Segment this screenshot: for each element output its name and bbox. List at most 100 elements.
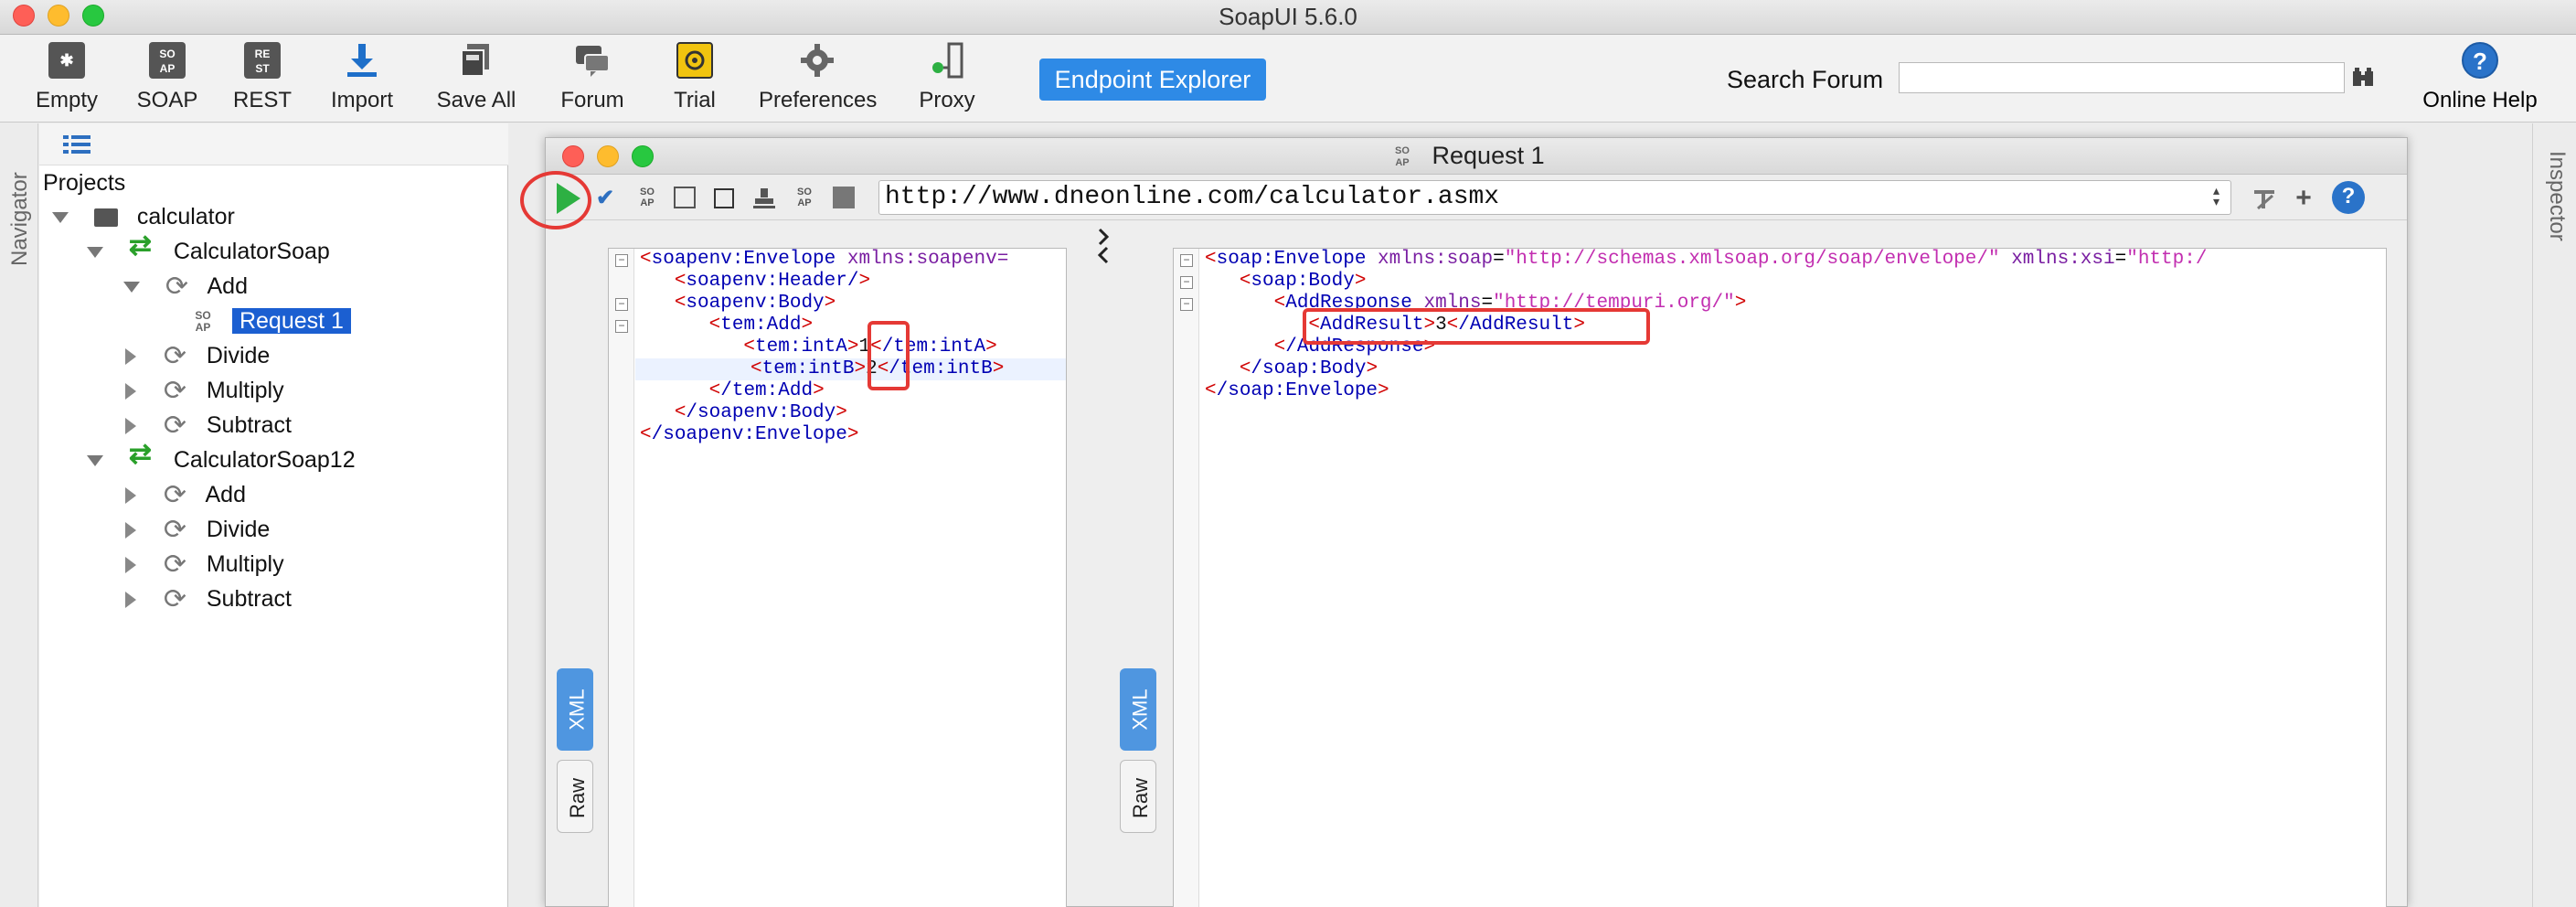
expand-arrow-icon[interactable] [87, 455, 103, 467]
forum-button[interactable]: Forum [559, 42, 625, 113]
tree-item-multiply-12[interactable]: ⟳ Multiply [125, 548, 284, 581]
tree-item-subtract-12[interactable]: ⟳ Subtract [125, 582, 292, 615]
tree-item-calculatorsoap[interactable]: CalculatorSoap [87, 229, 330, 268]
inspector-strip[interactable]: Inspector [2532, 123, 2576, 907]
expand-arrow-icon[interactable] [123, 282, 140, 293]
stop-icon[interactable] [833, 187, 855, 208]
minimize-request-button[interactable] [597, 145, 619, 167]
add-assertion-icon[interactable]: ✔ [593, 187, 617, 210]
soap-wsa-icon[interactable]: SO AP [635, 187, 659, 210]
project-label: calculator [136, 204, 235, 229]
soap-icon-bottom: AP [195, 321, 211, 335]
request-tab-raw[interactable]: Raw [557, 760, 593, 833]
search-go-icon[interactable] [2351, 66, 2375, 90]
request-help-icon[interactable]: ? [2332, 181, 2365, 214]
project-tree-panel: Projects calculator CalculatorSoap ⟳ Add… [39, 123, 508, 907]
expand-arrow-icon[interactable] [125, 487, 136, 505]
rest-project-button[interactable]: RE ST REST [230, 42, 294, 113]
operation-label: Subtract [206, 412, 292, 438]
soap-project-icon: SO AP [149, 42, 186, 79]
response-code-line: </soap:Body> [1239, 358, 1378, 379]
expand-arrow-icon[interactable] [125, 418, 136, 435]
save-all-icon [458, 42, 495, 79]
search-forum-input[interactable] [1899, 62, 2345, 93]
folder-icon [93, 208, 118, 228]
expand-arrow-icon[interactable] [87, 247, 103, 259]
request-xml-editor[interactable]: − − − <soapenv:Envelope xmlns:soapenv= <… [608, 248, 1067, 907]
tree-item-add-12[interactable]: ⟳ Add [125, 478, 246, 511]
tree-item-request-1[interactable]: SO AP Request 1 [189, 304, 351, 337]
close-request-button[interactable] [562, 145, 584, 167]
soap-request-icon: SO AP [1389, 145, 1416, 169]
zoom-request-button[interactable] [632, 145, 654, 167]
chevron-updown-icon[interactable]: ▴ ▾ [2211, 184, 2221, 211]
soap-icon-top: SO [1395, 144, 1410, 156]
soapui-app: SoapUI 5.6.0 ✱ Empty SO AP SOAP RE ST REST… [0, 0, 2576, 907]
request-window-titlebar: SO AP Request 1 [546, 138, 2407, 175]
import-label: Import [330, 88, 393, 112]
soap-label: SOAP [136, 88, 198, 112]
tree-item-subtract[interactable]: ⟳ Subtract [125, 409, 292, 442]
soap-project-button[interactable]: SO AP SOAP [135, 42, 199, 113]
save-all-button[interactable]: Save All [435, 42, 517, 113]
request-code-line: </tem:Add> [708, 380, 825, 401]
forum-label: Forum [560, 88, 624, 112]
fold-toggle-icon[interactable]: − [615, 254, 628, 267]
tree-item-divide-12[interactable]: ⟳ Divide [125, 513, 270, 546]
request-title: SO AP Request 1 [1389, 142, 1545, 170]
tree-view-icon[interactable] [63, 134, 90, 159]
soap-encoding-icon[interactable]: SO AP [793, 187, 816, 210]
empty-project-icon: ✱ [48, 42, 85, 79]
import-button[interactable]: Import [325, 42, 399, 113]
preferences-button[interactable]: Preferences [759, 42, 877, 113]
expand-arrow-icon[interactable] [125, 383, 136, 400]
response-xml-editor[interactable]: − − − <soap:Envelope xmlns:soap="http://… [1173, 248, 2387, 907]
soap-request-icon: SO AP [189, 310, 217, 334]
fold-toggle-icon[interactable]: − [615, 298, 628, 311]
request-code-line: </soapenv:Body> [674, 402, 847, 423]
add-icon[interactable]: + [2292, 185, 2315, 212]
tree-item-multiply[interactable]: ⟳ Multiply [125, 374, 284, 407]
fold-toggle-icon[interactable]: − [1180, 298, 1193, 311]
tree-item-divide[interactable]: ⟳ Divide [125, 339, 270, 372]
request-toolbar: ✔ SO AP SO AP http://www.dneonline.com/cal… [546, 175, 2407, 220]
request-code-line-current: <tem:intB>2</tem:intB> [635, 358, 1066, 380]
navigator-label: Navigator [7, 172, 32, 266]
create-mock-icon[interactable] [674, 187, 696, 208]
clone-request-icon[interactable] [714, 188, 734, 208]
response-tab-raw[interactable]: Raw [1120, 760, 1156, 833]
expand-arrow-icon[interactable] [125, 348, 136, 366]
tree-header [39, 123, 508, 165]
editor-splitter-handle[interactable] [1092, 226, 1120, 884]
endpoint-url: http://www.dneonline.com/calculator.asmx [885, 183, 1500, 211]
operation-icon: ⟳ [163, 550, 187, 581]
stamp-icon[interactable] [752, 187, 776, 210]
endpoint-url-combo[interactable]: http://www.dneonline.com/calculator.asmx… [878, 180, 2231, 215]
expand-arrow-icon[interactable] [125, 557, 136, 574]
endpoint-explorer-button[interactable]: Endpoint Explorer [1039, 59, 1266, 101]
online-help-button[interactable]: ? Online Help [2421, 42, 2539, 113]
proxy-button[interactable]: Proxy [917, 42, 977, 113]
interface-label: CalculatorSoap12 [173, 447, 356, 473]
operation-icon: ⟳ [163, 480, 187, 511]
rest-label: REST [232, 88, 292, 112]
expand-arrow-icon[interactable] [125, 522, 136, 539]
format-icon[interactable] [2252, 187, 2276, 210]
trial-button[interactable]: Trial [667, 42, 722, 113]
main-toolbar: ✱ Empty SO AP SOAP RE ST REST Import Save … [0, 35, 2576, 123]
fold-toggle-icon[interactable]: − [1180, 276, 1193, 289]
response-tab-xml[interactable]: XML [1120, 668, 1156, 751]
request-tab-xml[interactable]: XML [557, 668, 593, 751]
navigator-strip[interactable]: Navigator [0, 123, 38, 907]
result-annotation [1303, 308, 1650, 345]
tree-item-add[interactable]: ⟳ Add [123, 270, 248, 303]
request-title-text: Request 1 [1432, 142, 1545, 169]
tree-item-calculator[interactable]: calculator [52, 200, 235, 233]
tree-item-calculatorsoap12[interactable]: CalculatorSoap12 [87, 438, 356, 476]
save-all-label: Save All [436, 88, 516, 112]
expand-arrow-icon[interactable] [52, 212, 69, 224]
expand-arrow-icon[interactable] [125, 592, 136, 609]
empty-project-button[interactable]: ✱ Empty [35, 42, 99, 113]
fold-toggle-icon[interactable]: − [1180, 254, 1193, 267]
fold-toggle-icon[interactable]: − [615, 320, 628, 333]
